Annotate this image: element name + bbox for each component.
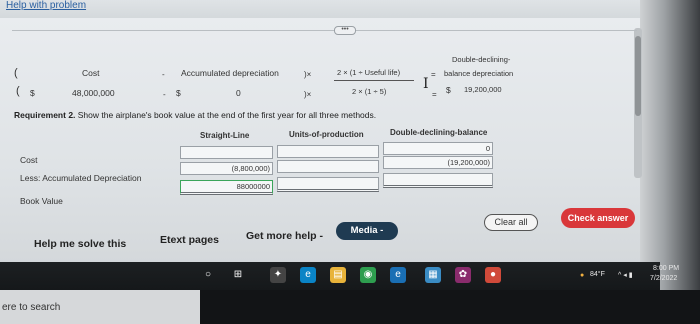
col-units-of-production: Units-of-production [289,130,364,139]
cost-value: 48,000,000 [72,88,115,98]
ie-icon[interactable]: e [390,267,406,283]
media-button[interactable]: Media - [336,222,398,240]
open-paren: ( [14,67,18,79]
ddb-cost-input[interactable]: 0 [383,142,493,155]
chrome-icon[interactable]: ◉ [360,267,376,283]
dollar-sign-2: $ [176,88,181,98]
edge-icon[interactable]: e [300,267,316,283]
tray-icons[interactable]: ^ ◂ ▮ [618,271,633,279]
scrollbar-thumb[interactable] [635,36,641,116]
weather-temp[interactable]: 84°F [590,271,605,278]
app-icon-4[interactable]: ● [485,267,501,283]
search-placeholder[interactable]: ere to search [2,302,60,313]
rate-numerator: 2 × (1 ÷ Useful life) [337,68,401,77]
equals-sign: = [431,70,436,79]
times-sign: )× [304,70,312,79]
times-sign-2: )× [304,90,312,99]
requirement-label: Requirement 2. [14,110,76,120]
sl-cost-input[interactable] [180,146,273,159]
clock-date[interactable]: 7/2/2022 [650,275,677,282]
get-more-help-button[interactable]: Get more help - [246,230,323,242]
up-accum-input[interactable] [277,160,379,173]
up-book-input[interactable] [277,177,379,192]
app-icon-1[interactable]: ✦ [270,267,286,283]
col-straight-line: Straight-Line [200,131,250,140]
check-answer-button[interactable]: Check answer [561,208,635,228]
ddb-value: 19,200,000 [464,85,502,94]
app-icon-3[interactable]: ✿ [455,267,471,283]
dollar-sign: $ [30,88,35,98]
row-cost-label: Cost [20,155,38,165]
row-accum-label: Less: Accumulated Depreciation [20,173,142,183]
question-panel [0,18,660,264]
equals-sign-2: = [432,90,437,99]
sl-book-input[interactable]: 88000000 [180,180,273,195]
rate-denominator: 2 × (1 ÷ 5) [352,87,387,96]
text-cursor-icon: I [423,76,429,92]
ddb-accum-input[interactable]: (19,200,000) [383,156,493,169]
clear-all-button[interactable]: Clear all [484,214,538,231]
expand-handle[interactable]: ••• [334,26,356,35]
etext-pages-button[interactable]: Etext pages [160,234,219,246]
cortana-icon[interactable]: ○ [200,267,216,283]
accum-dep-label: Accumulated depreciation [181,68,279,78]
desk-area [200,290,700,324]
scrollbar[interactable] [634,28,642,178]
ddb-label-1: Double-declining- [452,55,511,64]
weather-icon: ● [580,272,585,279]
requirement-body: Show the airplane's book value at the en… [75,110,377,120]
open-paren-2: ( [16,85,20,97]
col-ddb: Double-declining-balance [390,128,488,137]
ddb-label-2: balance depreciation [444,69,514,78]
minus-sign: - [162,70,165,79]
clock-time[interactable]: 8:00 PM [653,265,679,272]
app-icon-2[interactable]: ▦ [425,267,441,283]
help-me-solve-button[interactable]: Help me solve this [34,238,126,250]
dollar-sign-3: $ [446,85,451,95]
minus-sign-2: - [163,90,166,99]
fraction-bar [334,80,414,81]
cost-label: Cost [82,68,100,78]
accum-value: 0 [236,88,241,98]
file-explorer-icon[interactable]: ▤ [330,267,346,283]
up-cost-input[interactable] [277,145,379,158]
task-view-icon[interactable]: ⊞ [230,267,246,283]
divider [12,30,637,31]
requirement-2-text: Requirement 2. Show the airplane's book … [14,110,376,120]
sl-accum-input[interactable]: (8,800,000) [180,162,273,175]
ddb-book-input[interactable] [383,173,493,188]
row-book-label: Book Value [20,196,63,206]
help-link[interactable]: Help with problem [6,0,86,11]
